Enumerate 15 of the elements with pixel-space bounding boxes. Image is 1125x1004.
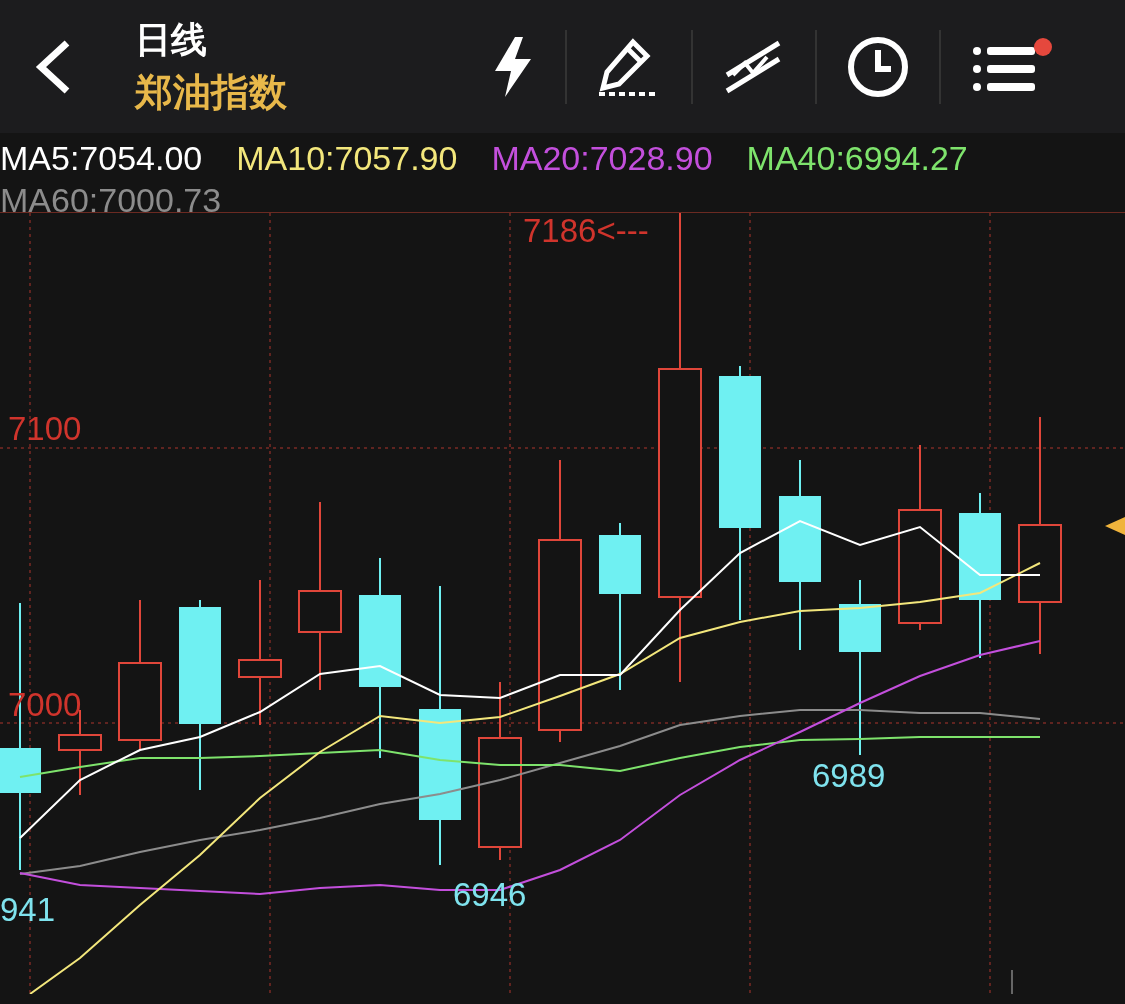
chart-period-title: 日线 [135,17,208,62]
moving-average-value: MA20:7028.90 [491,139,713,177]
back-icon[interactable] [35,38,71,95]
price-label: 941 [0,892,56,928]
instrument-name: 郑油指数 [135,68,287,116]
moving-average-value: MA10:7057.90 [236,139,458,177]
moving-average-value: MA5:7054.00 [0,139,203,177]
clock-icon[interactable] [847,35,909,98]
moving-average-value: MA60:7000.73 [0,181,222,219]
moving-average-value: MA40:6994.27 [746,139,968,177]
price-label: 6989 [812,758,886,794]
crosshair-tick [1011,969,1013,994]
price-marker-icon [1105,517,1125,535]
price-label: 7100 [8,411,82,447]
price-label: 7186<--- [523,213,649,249]
